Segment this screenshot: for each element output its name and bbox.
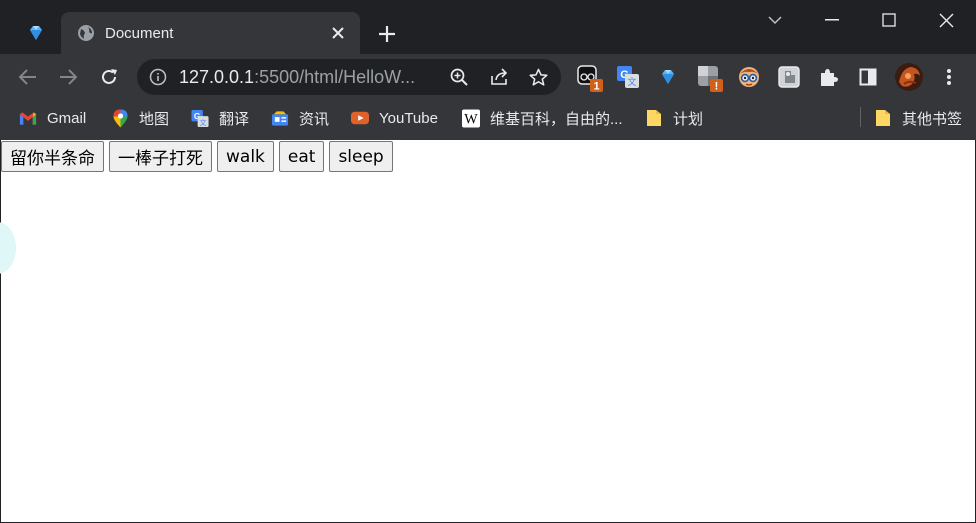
- youtube-icon: [351, 109, 369, 127]
- arrow-left-icon: [19, 69, 36, 85]
- walk-button[interactable]: walk: [217, 141, 274, 172]
- sleep-button[interactable]: sleep: [329, 141, 393, 172]
- bookmark-maps[interactable]: 地图: [111, 106, 169, 130]
- minimize-button[interactable]: [804, 0, 860, 40]
- minimize-icon: [825, 19, 839, 21]
- arrow-right-icon: [60, 69, 77, 85]
- tab-title: Document: [105, 24, 174, 42]
- wikipedia-icon: W: [462, 109, 480, 127]
- one-hit-kill-button[interactable]: 一棒子打死: [109, 141, 212, 172]
- page-viewport: [0, 140, 976, 523]
- browser-chrome: Document 127.0.0.1:5500/html/HelloW... 1…: [0, 0, 976, 140]
- bookmark-gmail[interactable]: Gmail: [19, 106, 86, 130]
- zoom-icon[interactable]: [449, 67, 469, 87]
- svg-text:文: 文: [199, 117, 206, 126]
- eat-button[interactable]: eat: [278, 141, 325, 172]
- plus-icon: [379, 26, 395, 42]
- side-panel-icon[interactable]: [853, 62, 883, 92]
- chevron-down-icon: [768, 16, 782, 25]
- forward-button[interactable]: [51, 60, 85, 94]
- tab-search-button[interactable]: [747, 0, 803, 40]
- gem-icon: [30, 26, 42, 40]
- maps-icon: [111, 109, 129, 127]
- svg-text:1: 1: [593, 81, 599, 93]
- bookmarks-divider: [860, 107, 861, 127]
- ext-stopwatch-icon[interactable]: 1: [574, 62, 604, 92]
- svg-text:W: W: [464, 111, 478, 127]
- bookmark-translate[interactable]: G 文 翻译: [191, 106, 249, 130]
- reload-icon: [102, 69, 117, 84]
- address-bar[interactable]: 127.0.0.1:5500/html/HelloW...: [137, 59, 561, 95]
- share-icon[interactable]: [489, 67, 509, 87]
- info-icon[interactable]: [149, 68, 167, 86]
- folder-icon: [874, 109, 892, 127]
- menu-kebab-icon[interactable]: [934, 62, 964, 92]
- translate-icon: G 文: [191, 109, 209, 127]
- bookmarks-bar: Gmail 地图 G 文 翻译 资讯 YouTube W 维基百科，自由的...…: [0, 100, 976, 136]
- half-life-button[interactable]: 留你半条命: [1, 141, 104, 172]
- new-tab-button[interactable]: [372, 20, 402, 48]
- globe-icon: [77, 24, 95, 42]
- back-button[interactable]: [11, 60, 45, 94]
- ext-puzzle-box-icon[interactable]: [774, 62, 804, 92]
- tab-strip: Document: [0, 0, 976, 54]
- profile-avatar[interactable]: [893, 61, 925, 93]
- gmail-icon: [19, 109, 37, 127]
- url-text[interactable]: 127.0.0.1:5500/html/HelloW...: [179, 67, 415, 88]
- close-icon: [939, 13, 953, 27]
- bookmark-news[interactable]: 资讯: [271, 106, 329, 130]
- close-window-button[interactable]: [918, 0, 974, 40]
- ext-gem-icon[interactable]: [653, 62, 683, 92]
- bookmark-folder-plan[interactable]: 计划: [645, 106, 703, 130]
- other-bookmarks-folder[interactable]: 其他书签: [874, 106, 962, 130]
- news-icon: [271, 109, 289, 127]
- ext-nerd-face-icon[interactable]: [734, 62, 764, 92]
- svg-text:!: !: [715, 81, 719, 93]
- bookmark-wikipedia[interactable]: W 维基百科，自由的...: [462, 106, 623, 130]
- bookmark-youtube[interactable]: YouTube: [351, 106, 438, 130]
- svg-text:文: 文: [627, 76, 636, 87]
- pinned-tab[interactable]: [14, 18, 58, 48]
- page-button-row: 留你半条命 一棒子打死 walk eat sleep: [1, 141, 393, 172]
- active-tab[interactable]: Document: [61, 12, 360, 54]
- extensions-puzzle-icon[interactable]: [813, 62, 843, 92]
- folder-icon: [645, 109, 663, 127]
- tab-close-icon[interactable]: [328, 23, 348, 43]
- star-icon[interactable]: [528, 67, 548, 87]
- ext-alert-icon[interactable]: !: [694, 62, 724, 92]
- maximize-button[interactable]: [861, 0, 917, 40]
- reload-button[interactable]: [92, 60, 126, 94]
- maximize-icon: [882, 13, 896, 27]
- ext-translate-icon[interactable]: G 文: [613, 62, 643, 92]
